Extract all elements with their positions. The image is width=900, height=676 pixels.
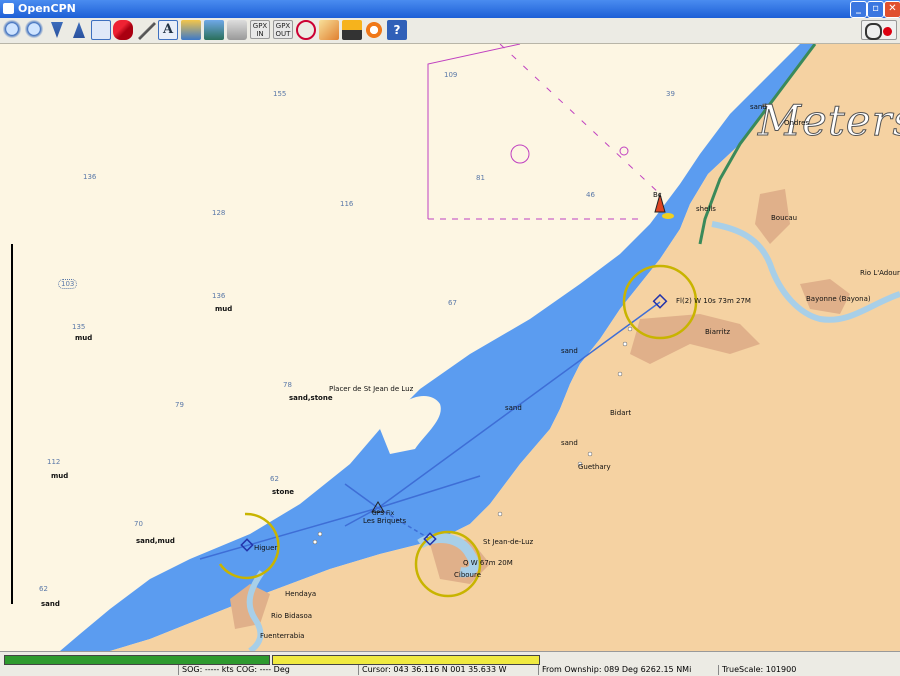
ship-follow-icon[interactable] [113,20,133,40]
window-title: OpenCPN [18,2,76,15]
place-label: Bidart [610,409,632,417]
depth-sounding: 62 [270,475,279,483]
mob-lifering-icon[interactable] [364,20,384,40]
place-label: Guethary [578,463,611,471]
tide-icon[interactable] [204,20,224,40]
help-icon[interactable]: ? [387,20,407,40]
buoy-label: Bc [653,191,662,199]
depth-sounding: 70 [134,520,143,528]
place-label: Rio Bidasoa [271,612,313,620]
depth-sounding: 81 [476,174,485,182]
place-label: Biarritz [705,328,731,336]
sog-cog-field: SOG: ----- kts COG: ---- Deg [178,665,290,675]
settings-wrench-icon[interactable] [138,22,156,40]
chart-canvas[interactable]: Meters 109 155 39 136 128 116 81 46 103 … [0,44,900,651]
units-overlay: Meters [757,96,900,146]
depth-sounding: 46 [586,191,595,199]
seabed-label: stone [272,488,295,496]
depth-sounding: 62 [39,585,48,593]
depth-sounding: 109 [444,71,458,79]
seabed-label: sand,stone [289,394,333,402]
track-icon[interactable] [296,20,316,40]
depth-sounding: 79 [175,401,184,409]
place-label: Fuenterrabia [260,632,305,640]
depth-sounding: 78 [283,381,292,389]
seabed-label: shells [696,205,716,213]
buoy-light-flare [662,213,674,219]
compass-status-icon [861,20,897,40]
zoom-out-icon[interactable] [25,20,45,40]
depth-sounding: 103 [58,279,78,289]
depth-sounding: 116 [340,200,354,208]
place-label: Hendaya [285,590,317,598]
gps-fix-label: GPS Fix [372,510,395,517]
depth-sounding: 67 [448,299,457,307]
app-icon [3,3,14,14]
seabed-label: sand [561,347,578,355]
signal-bar-yellow [272,655,540,665]
maximize-button[interactable]: ▫ [867,1,884,18]
seabed-label: mud [215,305,233,313]
gpx-out-button[interactable]: GPX OUT [273,20,293,39]
seabed-label: sand [750,103,767,111]
ownship-field: From Ownship: 089 Deg 6262.15 NMi [538,665,691,675]
depth-sounding: 135 [72,323,86,331]
seabed-label: sand [505,404,522,412]
cursor-position-field: Cursor: 043 36.116 N 001 35.633 W [358,665,507,675]
light-characteristic: Q W 67m 20M [463,559,513,567]
minimize-button[interactable]: _ [850,1,867,18]
seabed-label: sand,mud [136,537,175,545]
place-label: Higuer [254,544,278,552]
scale-out-icon[interactable] [73,22,85,38]
seabed-label: mud [75,334,93,342]
route-manager-icon[interactable] [319,20,339,40]
place-label: Boucau [771,214,798,222]
scale-in-icon[interactable] [51,22,63,38]
depth-sounding: 136 [212,292,226,300]
depth-sounding: 39 [666,90,675,98]
toolbar: A GPX IN GPX OUT ? [0,18,900,44]
place-label: Placer de St Jean de Luz [329,385,414,393]
gpx-in-button[interactable]: GPX IN [250,20,270,39]
print-icon[interactable] [227,20,247,40]
depth-sounding: 136 [83,173,97,181]
depth-sounding: 112 [47,458,61,466]
truescale-field: TrueScale: 101900 [718,665,796,675]
place-label: Les Briquets [363,517,407,525]
light-characteristic: Fl(2) W 10s 73m 27M [676,297,751,305]
current-icon[interactable] [181,20,201,40]
signal-bar-green [4,655,270,665]
place-label: Ondres [784,119,810,127]
title-bar: OpenCPN _ ▫ ✕ [0,0,900,18]
place-label: Bayonne (Bayona) [806,295,871,303]
place-label: Ciboure [454,571,482,579]
text-toggle-icon[interactable]: A [158,20,178,40]
color-scheme-icon[interactable] [342,20,362,40]
seabed-label: mud [51,472,69,480]
close-button[interactable]: ✕ [884,1,900,18]
depth-sounding: 155 [273,90,287,98]
depth-sounding: 128 [212,209,226,217]
route-icon[interactable] [91,20,111,40]
place-label: St Jean-de-Luz [483,538,534,546]
zoom-in-icon[interactable] [3,20,23,40]
place-label: Rio L'Adour [860,269,900,277]
seabed-label: sand [41,600,60,608]
status-bar: SOG: ----- kts COG: ---- Deg Cursor: 043… [0,651,900,676]
seabed-label: sand [561,439,578,447]
